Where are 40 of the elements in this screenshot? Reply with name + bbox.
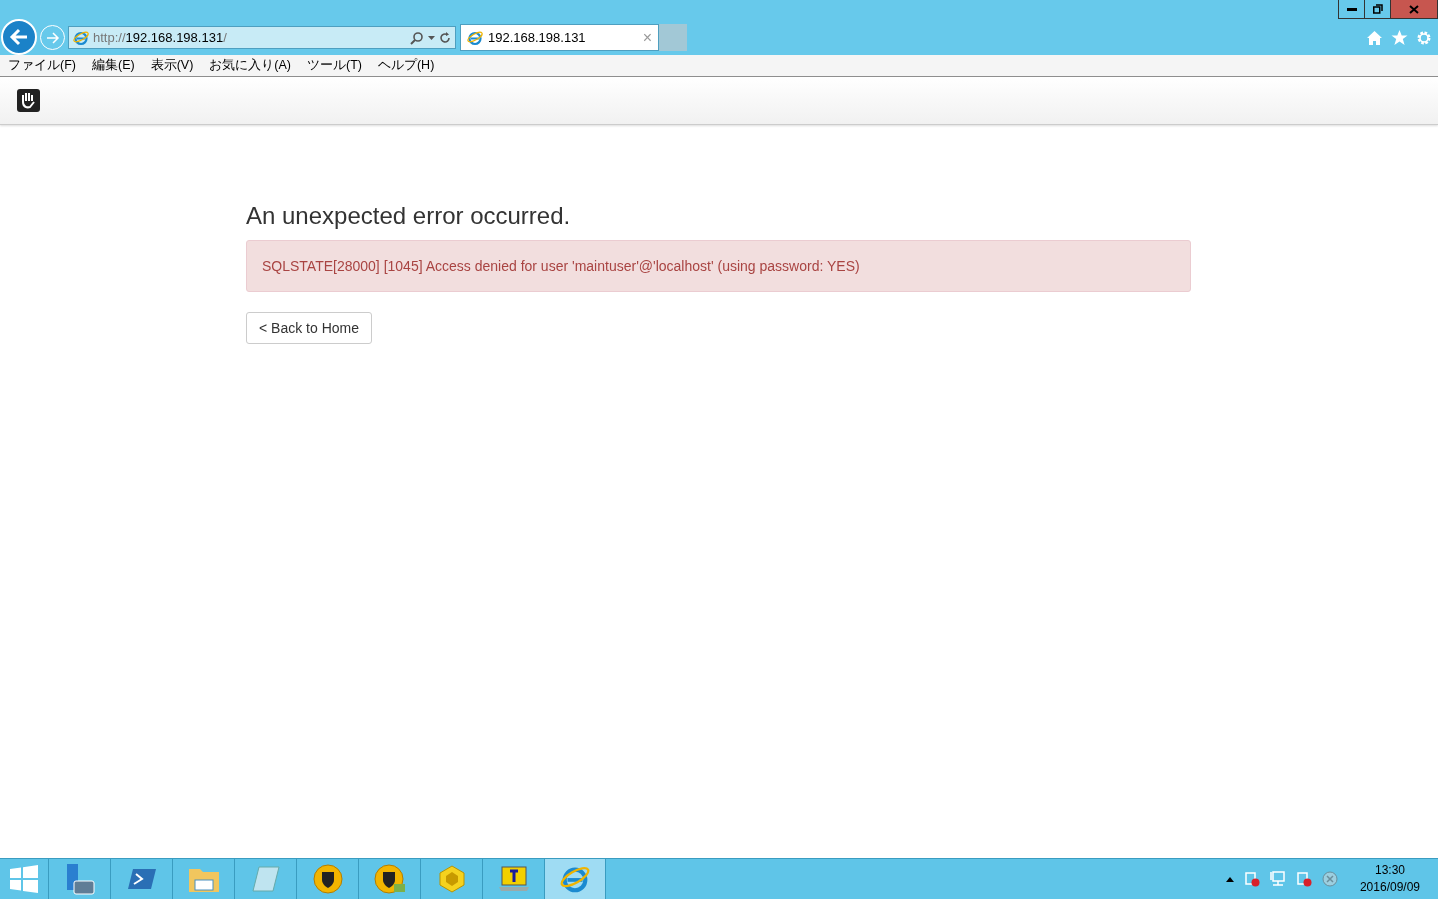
clock[interactable]: 13:30 2016/09/09 [1359, 862, 1420, 896]
forward-button[interactable] [40, 25, 65, 50]
menu-item[interactable]: 編集(E) [91, 57, 135, 74]
shield-icon [373, 864, 406, 894]
browser-tab[interactable]: 192.168.198.131 × [460, 24, 659, 51]
browser-logo-icon [73, 29, 89, 46]
browser-logo-icon [560, 864, 590, 894]
back-to-home-button[interactable]: < Back to Home [246, 312, 372, 344]
restore-icon [1372, 4, 1383, 14]
laptop-icon [497, 865, 530, 893]
arrow-right-icon [45, 31, 60, 44]
error-alert: SQLSTATE[28000] [1045] Access denied for user 'maintuser'@'localhost' (using password: YES) [246, 240, 1191, 292]
refresh-icon [439, 31, 451, 44]
shield-icon [312, 864, 343, 894]
menu-item[interactable]: お気に入り(A) [209, 57, 291, 74]
close-icon [1409, 4, 1419, 14]
error-heading: An unexpected error occurred. [246, 202, 572, 230]
close-circle-icon [1321, 871, 1338, 887]
windows-logo-icon [10, 865, 38, 893]
back-button[interactable] [1, 18, 37, 55]
minimize-button[interactable] [1338, 0, 1365, 19]
menu-item[interactable]: ツール(T) [307, 57, 362, 74]
star-icon[interactable] [1391, 29, 1408, 46]
search-icon [410, 30, 424, 45]
close-button[interactable] [1390, 0, 1438, 19]
menu-item[interactable]: ヘルプ(H) [377, 57, 435, 74]
hand-logo-icon [17, 89, 40, 112]
caret-icon [428, 35, 435, 40]
home-icon[interactable] [1366, 29, 1383, 46]
minimize-icon [1346, 7, 1357, 11]
settings-icon[interactable] [1416, 29, 1432, 46]
browser-logo-icon [467, 29, 483, 46]
caret-icon[interactable] [1225, 876, 1234, 882]
menu-item[interactable]: 表示(V) [150, 57, 194, 74]
terminal-prompt-icon [126, 866, 157, 892]
menu-item[interactable]: ファイル(F) [8, 57, 76, 74]
arrow-left-icon [9, 27, 29, 46]
network-icon [1269, 871, 1286, 887]
address-bar[interactable]: http://192.168.198.131/ [68, 26, 456, 49]
cubes-icon [436, 864, 467, 894]
